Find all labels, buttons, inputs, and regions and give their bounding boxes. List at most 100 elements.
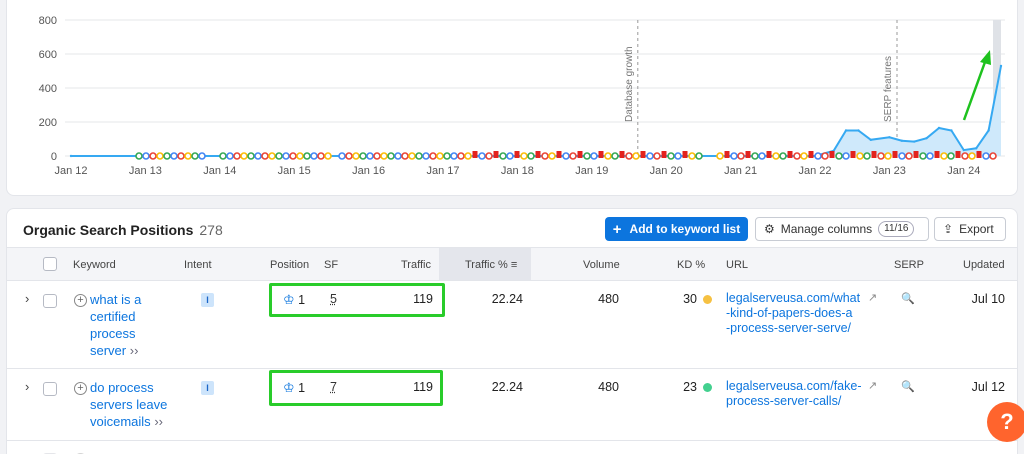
google-update-marker bbox=[842, 152, 850, 160]
google-update-marker bbox=[170, 152, 178, 160]
google-update-marker bbox=[401, 152, 409, 160]
google-update-marker bbox=[940, 152, 948, 160]
google-update-marker bbox=[387, 152, 395, 160]
google-update-marker bbox=[632, 152, 640, 160]
google-update-marker bbox=[716, 152, 724, 160]
google-update-marker bbox=[149, 152, 157, 160]
x-tick-label: Jan 16 bbox=[352, 165, 385, 177]
google-update-marker bbox=[926, 152, 934, 160]
row-checkbox[interactable] bbox=[43, 382, 57, 396]
kd-value: 30 bbox=[683, 292, 697, 306]
url-line: legalserveusa.com/fake- bbox=[726, 379, 862, 393]
google-update-marker bbox=[674, 152, 682, 160]
kd-dot bbox=[703, 383, 712, 392]
url-link[interactable]: legalserveusa.com/what -kind-of-papers-d… bbox=[726, 291, 864, 336]
google-update-marker bbox=[730, 152, 738, 160]
serp-marker bbox=[850, 151, 856, 158]
external-link-icon[interactable]: ↗ bbox=[868, 379, 877, 392]
serp-marker bbox=[787, 151, 793, 158]
serp-marker bbox=[913, 151, 919, 158]
google-update-marker bbox=[219, 152, 227, 160]
keyword-line-text: server bbox=[90, 343, 127, 358]
col-traffic-pct-label: Traffic % bbox=[465, 259, 508, 271]
traffic-pct-value: 22.24 bbox=[491, 292, 523, 306]
google-update-marker bbox=[282, 152, 290, 160]
url-link[interactable]: legalserveusa.com/fake- process-server-c… bbox=[726, 379, 864, 409]
google-update-marker bbox=[275, 152, 283, 160]
add-to-keyword-list-button[interactable]: + Add to keyword list bbox=[605, 217, 748, 241]
keyword-line: process bbox=[90, 326, 136, 341]
y-tick-label: 0 bbox=[51, 151, 57, 163]
col-updated[interactable]: Updated bbox=[963, 259, 1005, 271]
row-checkbox[interactable] bbox=[43, 294, 57, 308]
serp-marker bbox=[955, 151, 961, 158]
x-tick-label: Jan 24 bbox=[947, 165, 980, 177]
serp-preview-icon[interactable]: 🔍 bbox=[901, 292, 915, 305]
google-update-marker bbox=[156, 152, 164, 160]
organic-positions-card: Organic Search Positions 278 + Add to key… bbox=[6, 208, 1018, 454]
google-update-marker bbox=[821, 152, 829, 160]
manage-columns-button[interactable]: ⚙ Manage columns 11/16 bbox=[755, 217, 929, 241]
expand-chevron-icon[interactable]: › bbox=[25, 379, 29, 394]
google-update-marker bbox=[415, 152, 423, 160]
google-update-marker bbox=[646, 152, 654, 160]
google-update-marker bbox=[485, 152, 493, 160]
add-keyword-icon[interactable]: + bbox=[74, 382, 87, 395]
serp-marker bbox=[745, 151, 751, 158]
section-title: Organic Search Positions 278 bbox=[23, 222, 223, 238]
y-tick-label: 600 bbox=[39, 49, 57, 61]
manage-columns-label: Manage columns bbox=[780, 222, 873, 236]
google-update-marker bbox=[296, 152, 304, 160]
google-update-marker bbox=[289, 152, 297, 160]
data-point bbox=[900, 139, 903, 142]
google-update-marker bbox=[793, 152, 801, 160]
select-all-checkbox[interactable] bbox=[43, 257, 57, 271]
add-keyword-icon[interactable]: + bbox=[74, 294, 87, 307]
keyword-line: server ›› bbox=[90, 342, 180, 359]
col-traffic[interactable]: Traffic bbox=[401, 259, 431, 271]
keyword-link[interactable]: what is a certified process server ›› bbox=[90, 291, 180, 359]
google-update-marker bbox=[177, 152, 185, 160]
google-update-marker bbox=[527, 152, 535, 160]
col-position[interactable]: Position bbox=[270, 259, 309, 271]
google-update-marker bbox=[800, 152, 808, 160]
external-link-icon[interactable]: ↗ bbox=[868, 291, 877, 304]
export-icon: ⇪ bbox=[943, 222, 954, 236]
google-update-marker bbox=[408, 152, 416, 160]
col-keyword[interactable]: Keyword bbox=[73, 259, 116, 271]
google-update-marker bbox=[254, 152, 262, 160]
google-update-marker bbox=[569, 152, 577, 160]
serp-preview-icon[interactable]: 🔍 bbox=[901, 380, 915, 393]
annotation-label: Database growth bbox=[624, 46, 635, 122]
intent-badge: I bbox=[201, 381, 214, 395]
serp-marker bbox=[472, 151, 478, 158]
y-tick-label: 400 bbox=[39, 83, 57, 95]
col-volume[interactable]: Volume bbox=[583, 259, 620, 271]
col-traffic-pct[interactable]: Traffic % ≡ bbox=[465, 259, 517, 271]
columns-count-badge: 11/16 bbox=[878, 221, 915, 237]
x-tick-label: Jan 14 bbox=[203, 165, 236, 177]
url-line: -kind-of-papers-does-a bbox=[726, 306, 853, 320]
google-update-marker bbox=[366, 152, 374, 160]
col-serp[interactable]: SERP bbox=[894, 259, 924, 271]
help-button[interactable]: ? bbox=[987, 402, 1024, 442]
google-update-marker bbox=[695, 152, 703, 160]
google-update-marker bbox=[450, 152, 458, 160]
google-update-marker bbox=[373, 152, 381, 160]
trend-arrow-line bbox=[962, 61, 987, 121]
expand-chevron-icon[interactable]: › bbox=[25, 291, 29, 306]
export-button[interactable]: ⇪ Export bbox=[934, 217, 1006, 241]
keyword-link[interactable]: do process servers leave voicemails ›› bbox=[90, 379, 180, 430]
google-update-marker bbox=[758, 152, 766, 160]
google-update-marker bbox=[905, 152, 913, 160]
annotation-label: SERP features bbox=[883, 56, 894, 122]
col-kd[interactable]: KD % bbox=[677, 259, 705, 271]
google-update-marker bbox=[506, 152, 514, 160]
serp-marker bbox=[577, 151, 583, 158]
google-update-marker bbox=[457, 152, 465, 160]
google-update-marker bbox=[604, 152, 612, 160]
col-url[interactable]: URL bbox=[726, 259, 748, 271]
col-intent[interactable]: Intent bbox=[184, 259, 212, 271]
serp-marker bbox=[766, 151, 772, 158]
col-sf[interactable]: SF bbox=[324, 259, 338, 271]
